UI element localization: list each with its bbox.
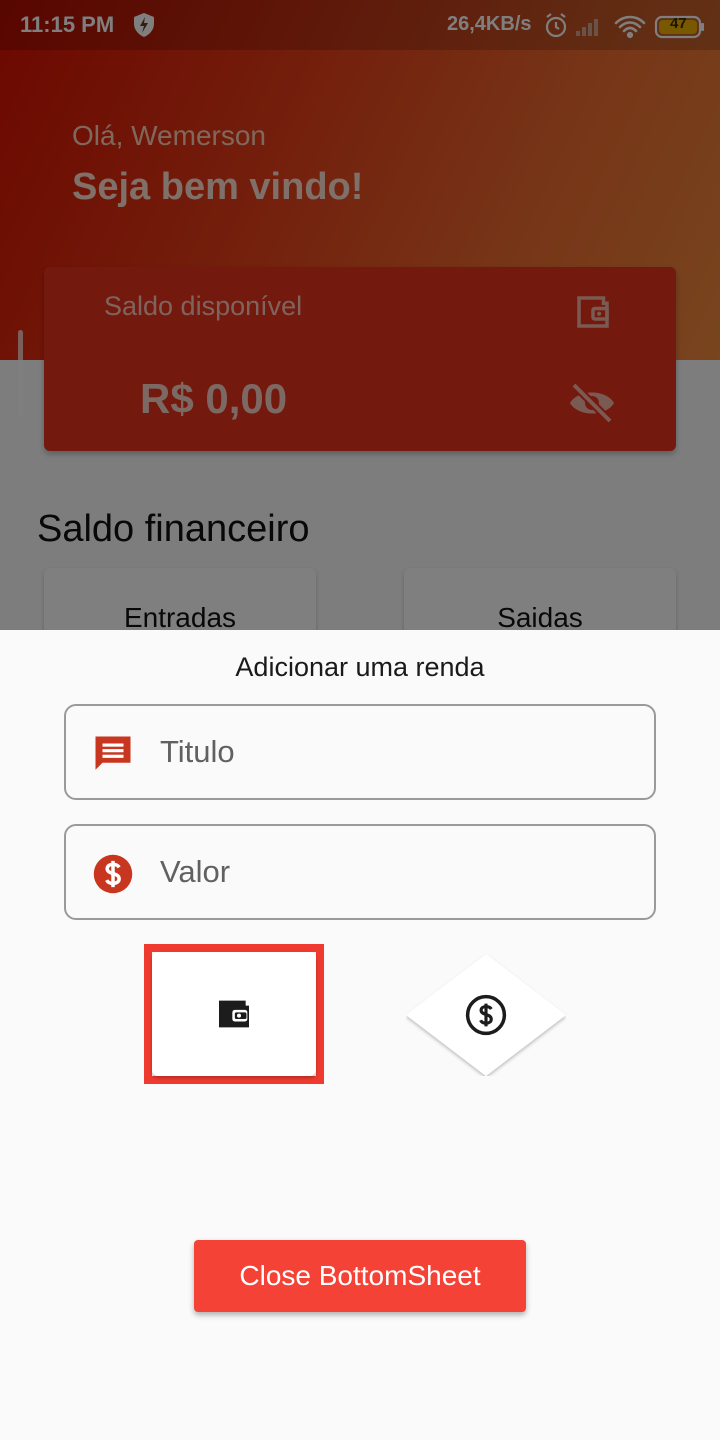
app-screen: 11:15 PM 26,4KB/s bbox=[0, 0, 720, 1440]
title-field[interactable] bbox=[64, 704, 656, 800]
message-icon bbox=[95, 736, 131, 770]
money-type-option[interactable] bbox=[406, 954, 566, 1076]
sheet-title: Adicionar uma renda bbox=[235, 652, 485, 682]
dollar-circle-outline-icon bbox=[465, 994, 507, 1036]
wallet-icon bbox=[219, 1000, 249, 1028]
wallet-type-card[interactable] bbox=[152, 952, 316, 1076]
value-field[interactable] bbox=[64, 824, 656, 920]
bottom-sheet: Adicionar uma renda Titulo Valor Close B… bbox=[0, 630, 720, 1440]
title-input[interactable] bbox=[160, 724, 630, 780]
wallet-type-option[interactable] bbox=[144, 944, 324, 1084]
close-bottomsheet-button[interactable]: Close BottomSheet bbox=[194, 1240, 526, 1312]
dollar-circle-icon bbox=[93, 854, 133, 894]
value-input[interactable] bbox=[160, 844, 630, 900]
